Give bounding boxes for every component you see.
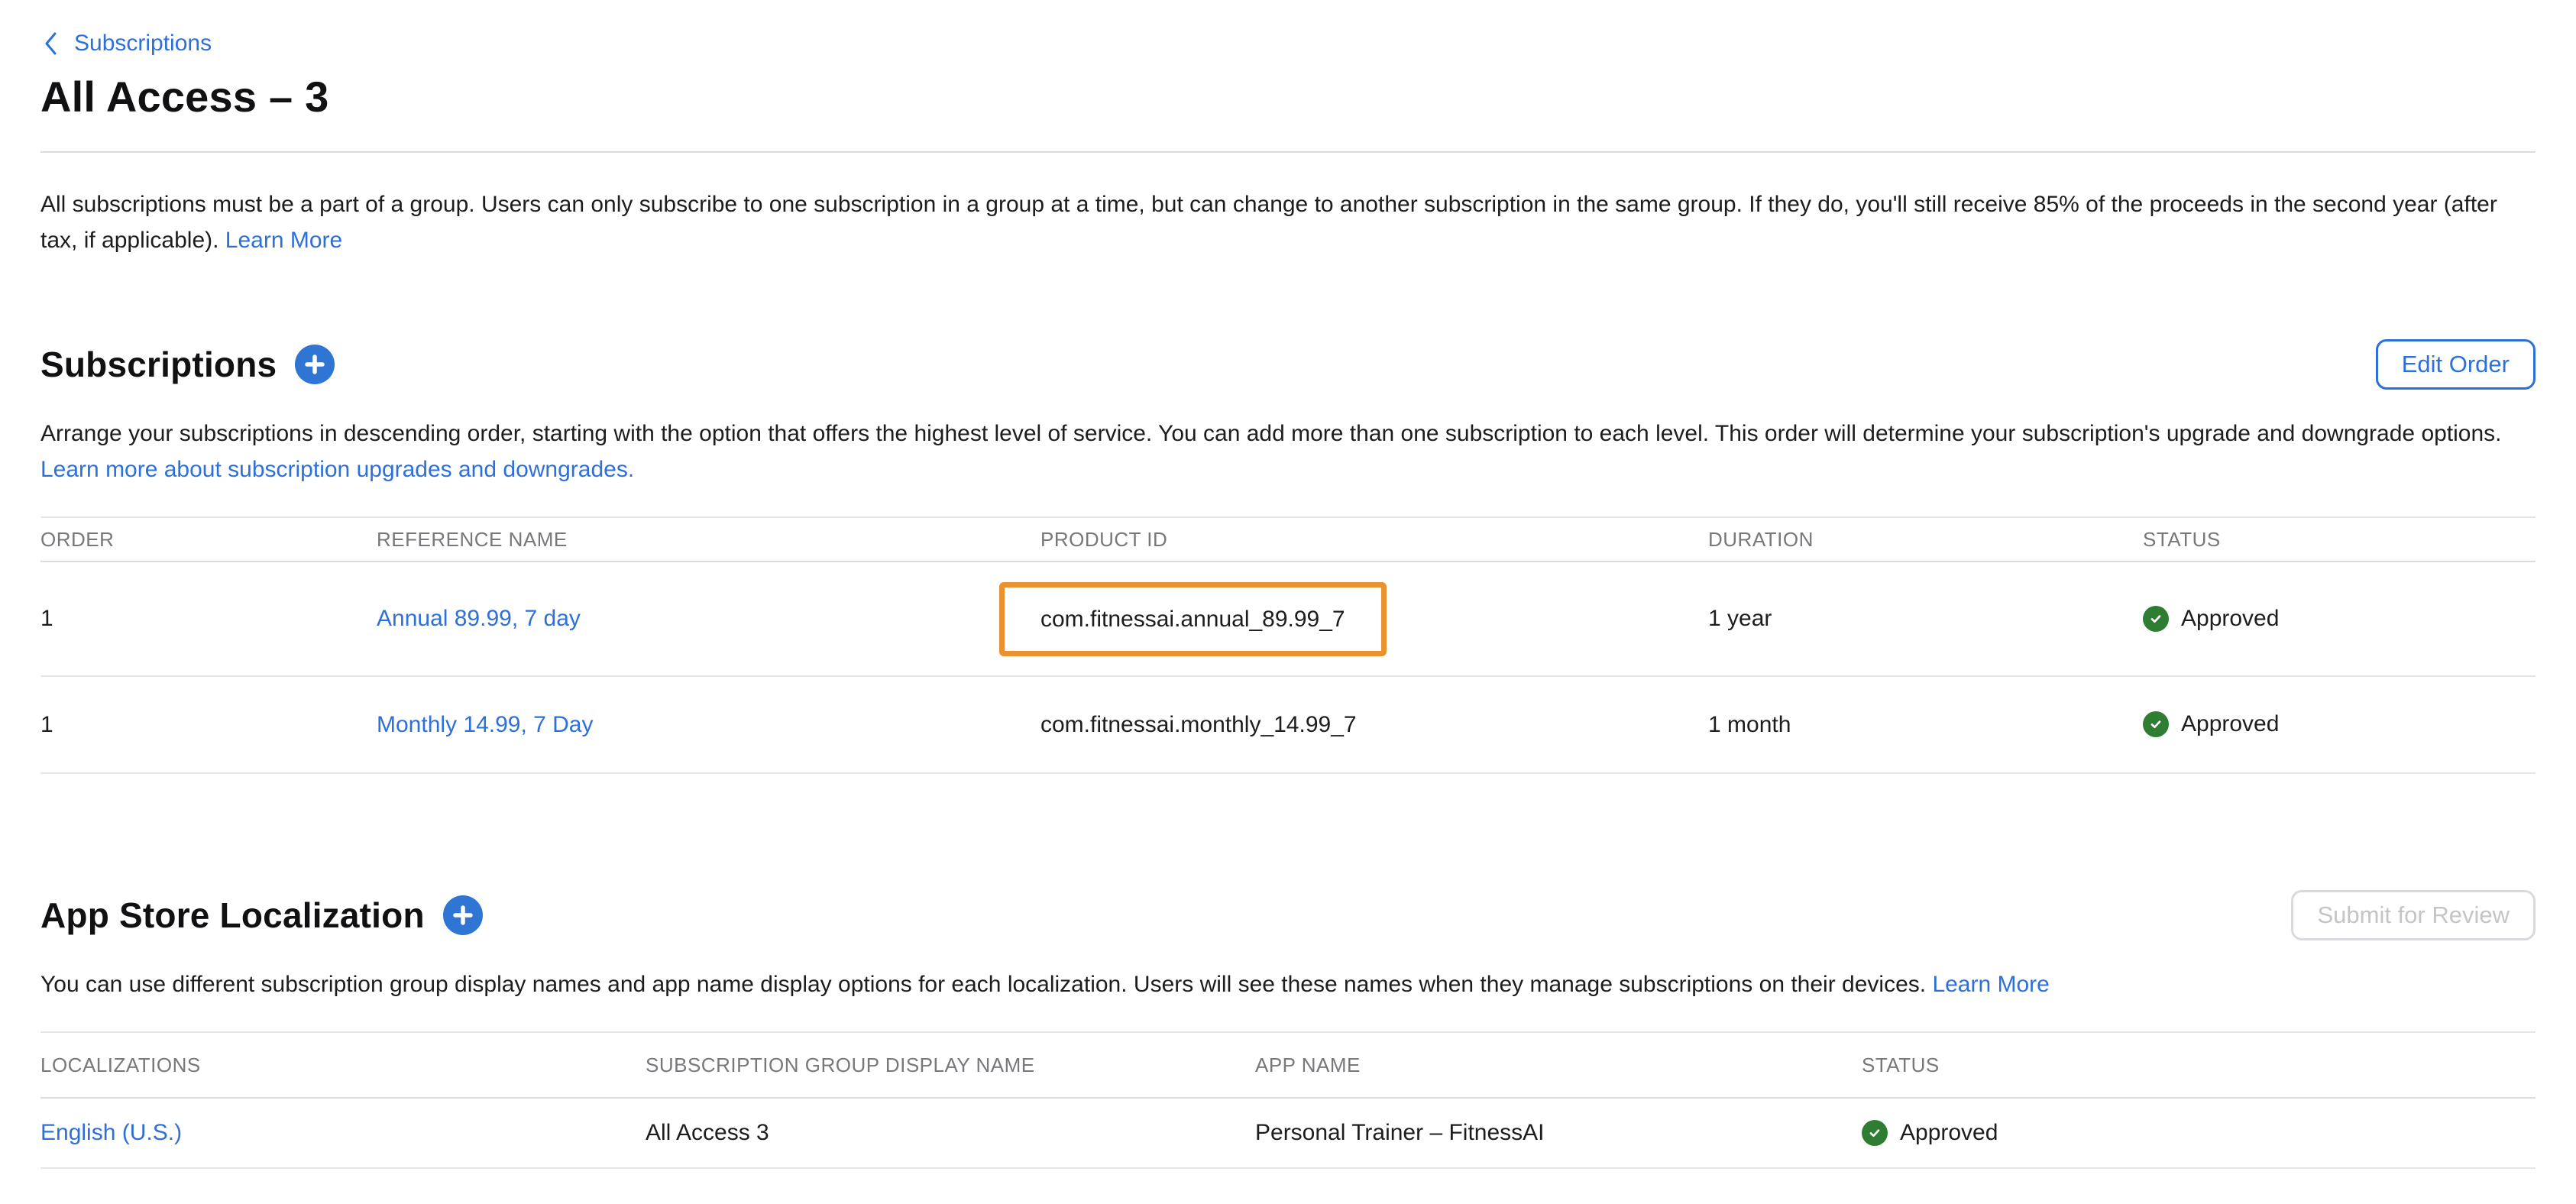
column-header-status: STATUS: [1862, 1054, 2536, 1077]
status-badge: Approved: [1862, 1120, 1998, 1146]
add-subscription-button[interactable]: [295, 345, 335, 384]
subscriptions-section-title: Subscriptions: [40, 344, 277, 385]
highlighted-product-id: com.fitnessai.annual_89.99_7: [999, 582, 1387, 656]
plus-icon: [451, 904, 474, 927]
localization-table-header: LOCALIZATIONS SUBSCRIPTION GROUP DISPLAY…: [40, 1033, 2536, 1099]
localization-table: LOCALIZATIONS SUBSCRIPTION GROUP DISPLAY…: [40, 1031, 2536, 1169]
column-header-product-id: PRODUCT ID: [1040, 528, 1708, 552]
column-header-localizations: LOCALIZATIONS: [40, 1054, 646, 1077]
reference-name-link[interactable]: Monthly 14.99, 7 Day: [377, 712, 594, 737]
order-value: 1: [40, 712, 377, 738]
plus-icon: [303, 353, 326, 376]
reference-name-link[interactable]: Annual 89.99, 7 day: [377, 606, 581, 631]
duration-value: 1 month: [1708, 712, 2143, 738]
column-header-order: ORDER: [40, 528, 377, 552]
table-row: English (U.S.) All Access 3 Personal Tra…: [40, 1099, 2536, 1169]
approved-check-icon: [1862, 1120, 1888, 1146]
localization-description: You can use different subscription group…: [40, 966, 2536, 1002]
chevron-left-icon[interactable]: [40, 31, 60, 57]
group-intro-body: All subscriptions must be a part of a gr…: [40, 192, 2497, 253]
submit-for-review-button[interactable]: Submit for Review: [2291, 890, 2536, 940]
status-label: Approved: [2181, 711, 2279, 737]
subscriptions-description: Arrange your subscriptions in descending…: [40, 416, 2536, 487]
upgrades-downgrades-link[interactable]: Learn more about subscription upgrades a…: [40, 457, 634, 482]
product-id-value: com.fitnessai.monthly_14.99_7: [1040, 712, 1708, 738]
localization-learn-more-link[interactable]: Learn More: [1932, 972, 2049, 997]
order-value: 1: [40, 606, 377, 632]
intro-learn-more-link[interactable]: Learn More: [225, 228, 342, 253]
subscription-group-page: Subscriptions All Access – 3 All subscri…: [0, 31, 2576, 1169]
column-header-duration: DURATION: [1708, 528, 2143, 552]
column-header-reference-name: REFERENCE NAME: [377, 528, 1040, 552]
column-header-status: STATUS: [2143, 528, 2536, 552]
status-label: Approved: [1900, 1120, 1998, 1146]
localization-section-header: App Store Localization Submit for Review: [40, 890, 2536, 940]
localization-link[interactable]: English (U.S.): [40, 1120, 182, 1145]
column-header-display-name: SUBSCRIPTION GROUP DISPLAY NAME: [646, 1054, 1255, 1077]
table-row: 1 Annual 89.99, 7 day com.fitnessai.annu…: [40, 562, 2536, 677]
edit-order-button[interactable]: Edit Order: [2376, 339, 2536, 390]
title-divider: [40, 151, 2536, 153]
status-badge: Approved: [2143, 711, 2279, 737]
localization-description-body: You can use different subscription group…: [40, 972, 1926, 997]
add-localization-button[interactable]: [443, 895, 483, 935]
page-title: All Access – 3: [40, 72, 2536, 122]
column-header-app-name: APP NAME: [1255, 1054, 1862, 1077]
subscriptions-table-header: ORDER REFERENCE NAME PRODUCT ID DURATION…: [40, 518, 2536, 562]
breadcrumb-subscriptions-link[interactable]: Subscriptions: [74, 31, 212, 57]
status-badge: Approved: [2143, 606, 2279, 632]
display-name-value: All Access 3: [646, 1120, 1255, 1146]
subscriptions-description-body: Arrange your subscriptions in descending…: [40, 421, 2502, 446]
table-row: 1 Monthly 14.99, 7 Day com.fitnessai.mon…: [40, 677, 2536, 774]
localization-section-title: App Store Localization: [40, 895, 425, 936]
breadcrumb: Subscriptions: [40, 31, 2536, 57]
approved-check-icon: [2143, 606, 2169, 632]
approved-check-icon: [2143, 711, 2169, 737]
subscriptions-section-header: Subscriptions Edit Order: [40, 339, 2536, 390]
group-intro-text: All subscriptions must be a part of a gr…: [40, 186, 2536, 258]
status-label: Approved: [2181, 606, 2279, 632]
duration-value: 1 year: [1708, 606, 2143, 632]
app-name-value: Personal Trainer – FitnessAI: [1255, 1120, 1862, 1146]
subscriptions-table: ORDER REFERENCE NAME PRODUCT ID DURATION…: [40, 516, 2536, 774]
